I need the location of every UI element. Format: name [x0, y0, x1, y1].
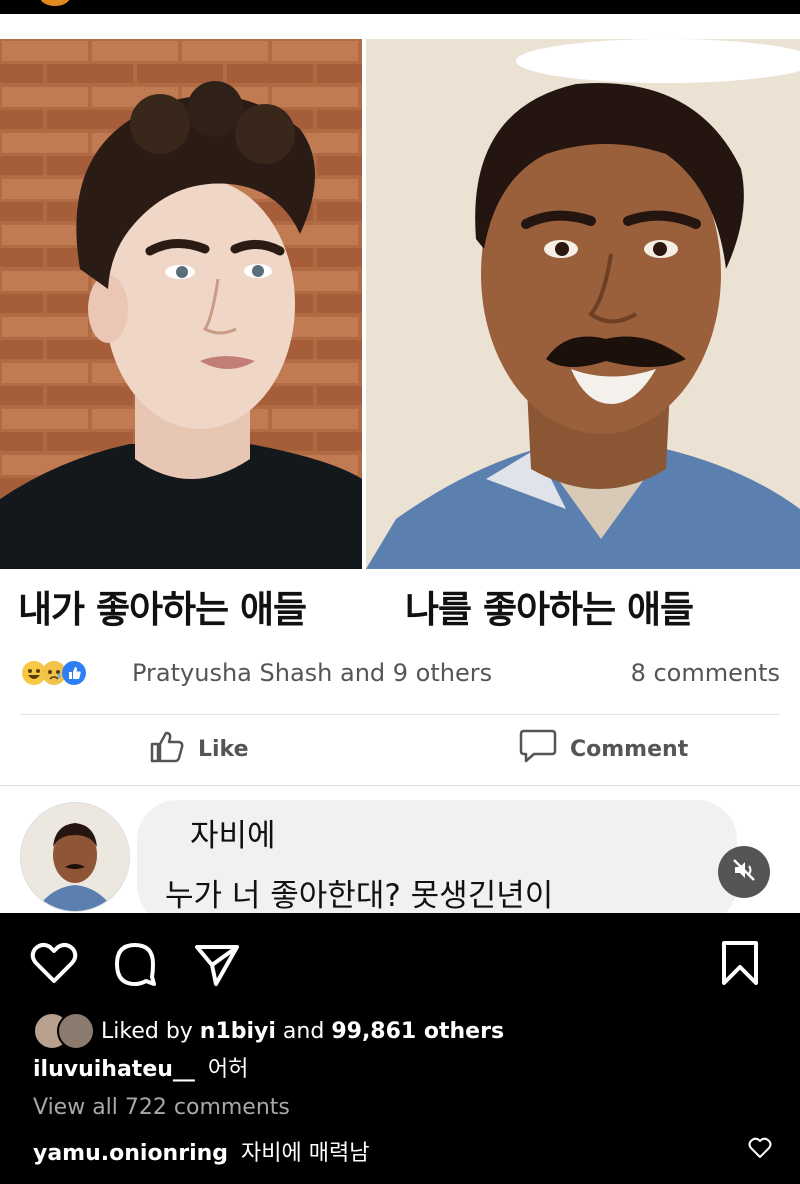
comment-name[interactable]: 자비에 [190, 810, 276, 855]
top-comment-username[interactable]: yamu.onionring [33, 1141, 228, 1166]
heart-icon[interactable] [30, 941, 78, 989]
liked-by-and: and [275, 1018, 332, 1044]
liker-avatar [57, 1012, 95, 1050]
reaction-summary[interactable]: Pratyusha Shash and 9 others 8 comments [0, 649, 800, 699]
photo-right [366, 39, 800, 569]
liked-by-text: Liked by n1biyi and 99,861 others [101, 1019, 504, 1044]
comment-bubble: 자비에 누가 너 좋아한대? 못생긴년이 [137, 800, 737, 925]
top-bar [0, 0, 800, 14]
caption-left: 내가 좋아하는 애들 [18, 588, 307, 631]
liked-by-row[interactable]: Liked by n1biyi and 99,861 others [33, 1012, 504, 1050]
caption-text: 어허 [207, 1057, 249, 1082]
caption-username[interactable]: iluvuihateu__ [33, 1057, 195, 1082]
mute-button[interactable] [718, 846, 770, 898]
top-comment-text: 자비에 매력남 [241, 1141, 370, 1166]
comments-count[interactable]: 8 comments [631, 659, 780, 687]
like-reaction-icon [62, 661, 86, 685]
commenter-avatar[interactable] [20, 802, 130, 912]
post-actions: Like Comment [20, 714, 780, 785]
comment-thread: 자비에 누가 너 좋아한대? 못생긴년이 [0, 785, 800, 925]
reactions-names[interactable]: Pratyusha Shash and 9 others [132, 659, 492, 687]
comment-bubble-icon[interactable] [112, 941, 158, 991]
comment-like-icon[interactable] [748, 1137, 772, 1163]
instagram-post-footer: Liked by n1biyi and 99,861 others iluvui… [0, 913, 800, 1184]
liked-by-user[interactable]: n1biyi [200, 1019, 276, 1044]
liked-by-prefix: Liked by [101, 1018, 200, 1044]
caption-right: 나를 좋아하는 애들 [405, 588, 694, 631]
avatar[interactable] [40, 0, 70, 6]
smiling-man-illustration [366, 39, 800, 569]
send-icon[interactable] [194, 943, 240, 991]
top-comment-row: yamu.onionring 자비에 매력남 [33, 1135, 369, 1167]
facebook-post-screenshot: 내가 좋아하는 애들 나를 좋아하는 애들 Pratyusha Shash an… [0, 14, 800, 925]
meme-caption: 내가 좋아하는 애들 나를 좋아하는 애들 [0, 579, 800, 649]
like-button[interactable]: Like [148, 715, 249, 783]
photo-comparison [0, 39, 800, 569]
comment-button[interactable]: Comment [518, 715, 688, 783]
bookmark-icon[interactable] [718, 939, 762, 991]
comment-label: Comment [570, 736, 689, 762]
photo-left [0, 39, 362, 569]
caption-row: iluvuihateu__ 어허 [33, 1051, 248, 1083]
muted-speaker-icon [731, 857, 757, 887]
comment-icon [518, 727, 558, 771]
like-label: Like [198, 736, 249, 762]
liked-by-count[interactable]: 99,861 others [331, 1019, 504, 1044]
comment-text: 누가 너 좋아한대? 못생긴년이 [165, 878, 554, 914]
thumbs-up-icon [148, 727, 186, 771]
view-all-comments-link[interactable]: View all 722 comments [33, 1095, 290, 1120]
young-man-illustration [0, 39, 362, 569]
